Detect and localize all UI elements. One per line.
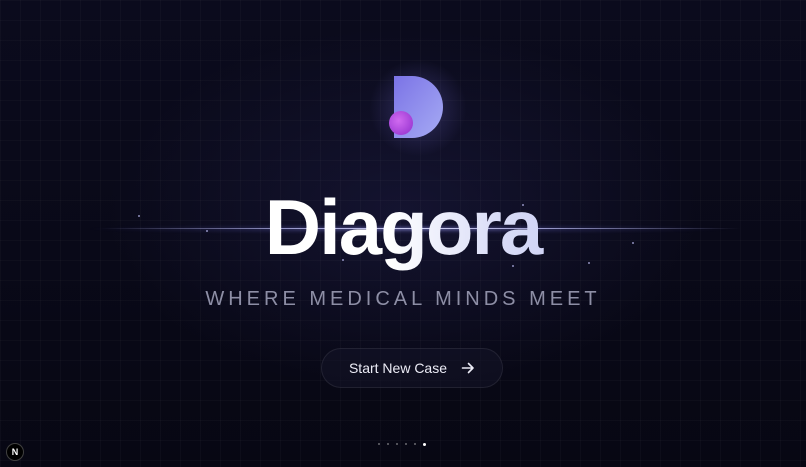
landing-screen: Diagora WHERE MEDICAL MINDS MEET Start N… (0, 0, 806, 467)
pagination-dot[interactable] (405, 443, 407, 445)
start-new-case-button[interactable]: Start New Case (321, 348, 503, 388)
pagination-dot[interactable] (387, 443, 389, 445)
tagline: WHERE MEDICAL MINDS MEET (205, 288, 601, 310)
d-letter-logo-icon (389, 76, 443, 138)
pagination-dot-active[interactable] (423, 442, 426, 446)
pagination-dot[interactable] (378, 443, 380, 445)
brand-title: Diagora (0, 182, 806, 272)
start-new-case-label: Start New Case (348, 360, 448, 376)
pagination-dot[interactable] (396, 443, 398, 445)
slide-pagination (378, 442, 426, 446)
arrow-right-icon (461, 362, 474, 374)
dev-indicator-badge[interactable]: N (6, 443, 24, 461)
pagination-dot[interactable] (414, 443, 416, 445)
